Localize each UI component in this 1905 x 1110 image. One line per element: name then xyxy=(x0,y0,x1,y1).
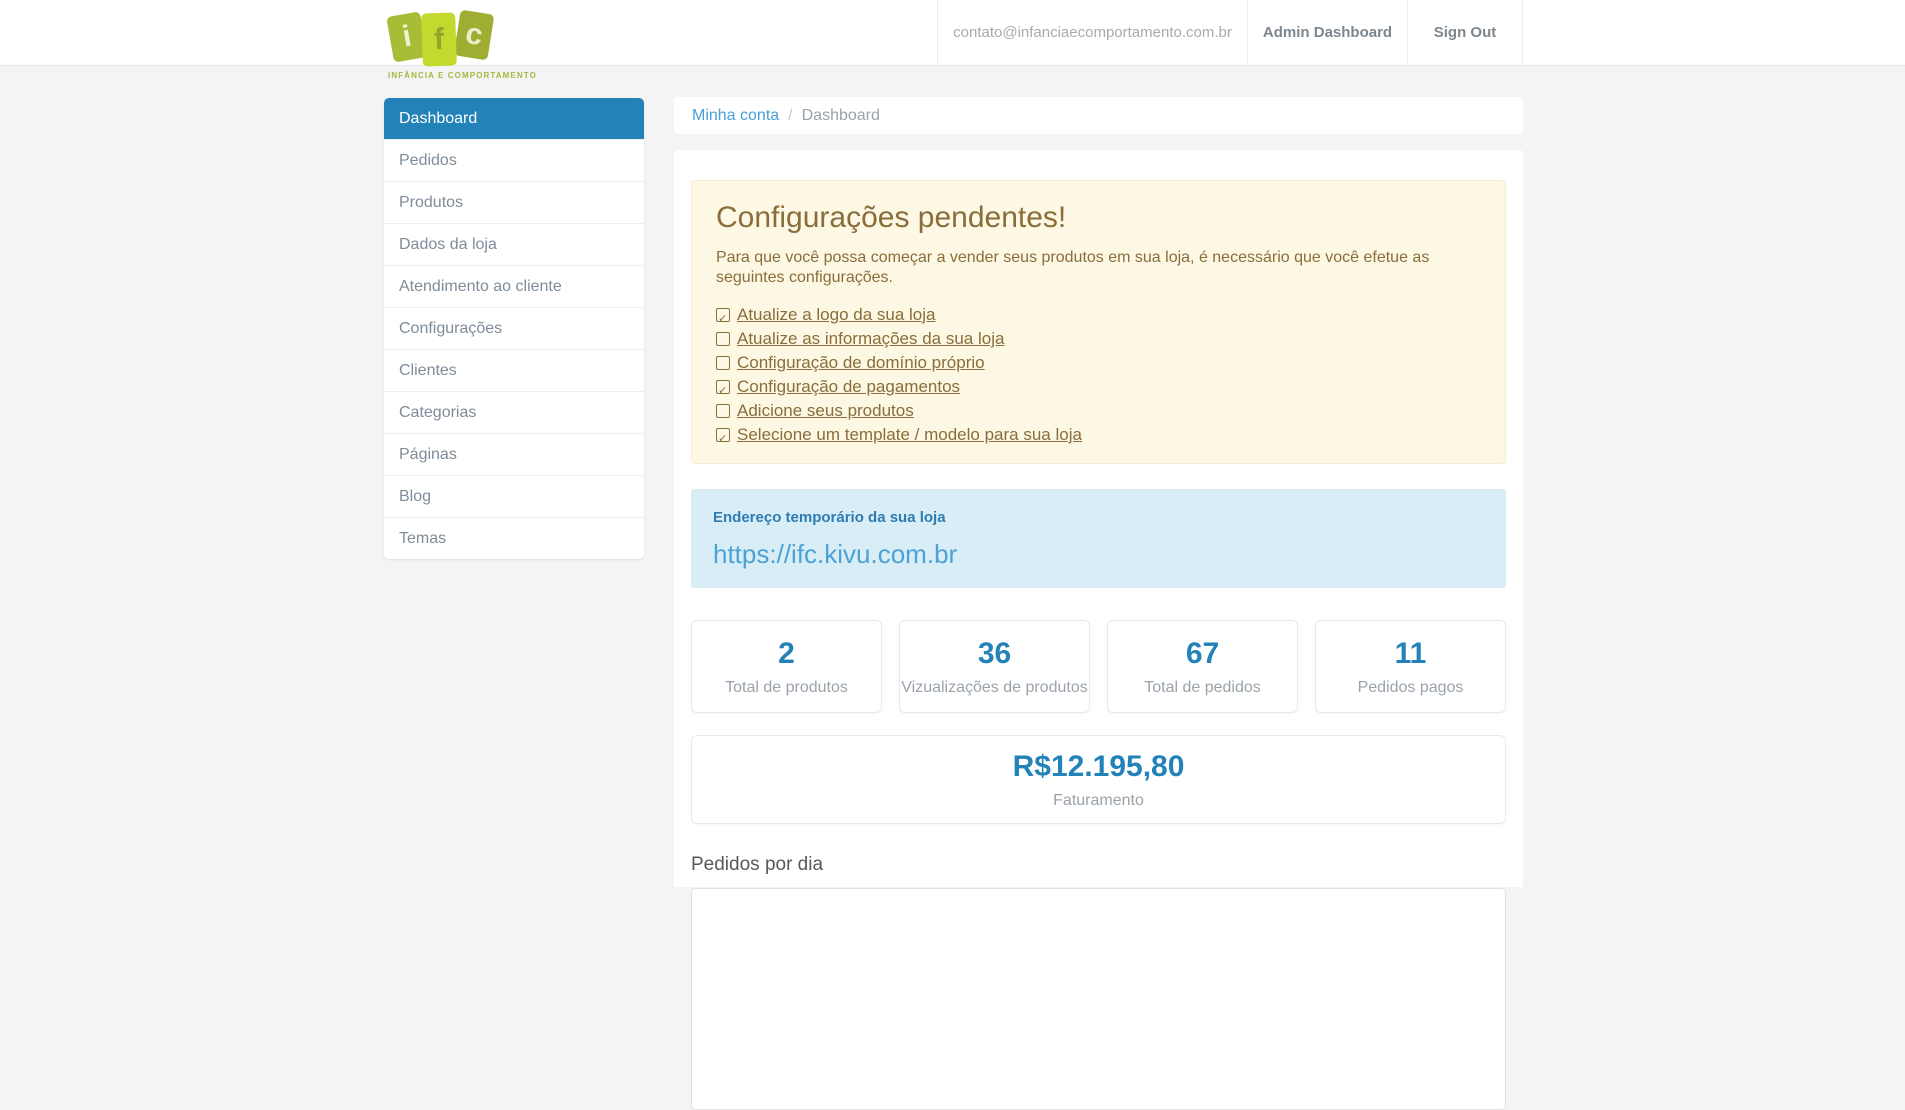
pending-checklist: Atualize a logo da sua loja Atualize as … xyxy=(716,303,1481,451)
sidebar-item-dashboard[interactable]: Dashboard xyxy=(384,98,644,139)
sidebar-item-dados-da-loja[interactable]: Dados da loja xyxy=(384,223,644,265)
checklist-link-logo[interactable]: Atualize a logo da sua loja xyxy=(737,303,935,327)
logo-tagline: INFÂNCIA E COMPORTAMENTO xyxy=(388,71,537,80)
main-panel: Configurações pendentes! Para que você p… xyxy=(674,150,1523,1110)
orders-per-day-chart xyxy=(691,888,1506,1110)
stat-value: 36 xyxy=(977,637,1012,670)
checkbox-unchecked-icon xyxy=(716,404,730,418)
checklist-link-template[interactable]: Selecione um template / modelo para sua … xyxy=(737,423,1082,447)
breadcrumb-separator: / xyxy=(788,106,793,124)
logo-card-f: f xyxy=(421,12,457,67)
store-logo[interactable]: i f c INFÂNCIA E COMPORTAMENTO xyxy=(386,8,537,80)
revenue-value: R$12.195,80 xyxy=(1012,750,1185,783)
checklist-item: Atualize a logo da sua loja xyxy=(716,303,1481,331)
account-email-text: contato@infanciaecomportamento.com.br xyxy=(953,24,1232,41)
sidebar-item-temas[interactable]: Temas xyxy=(384,517,644,559)
checklist-item: Configuração de domínio próprio xyxy=(716,351,1481,375)
pending-subtitle: Para que você possa começar a vender seu… xyxy=(716,249,1430,286)
checkbox-checked-icon xyxy=(716,307,730,331)
stat-value: 67 xyxy=(1185,637,1220,670)
stat-value: 11 xyxy=(1394,637,1427,670)
store-url-link[interactable]: https://ifc.kivu.com.br xyxy=(713,539,957,570)
logo-cards-icon: i f c xyxy=(386,8,506,68)
logo-card-c: c xyxy=(453,9,495,61)
revenue-label: Faturamento xyxy=(1053,792,1144,809)
stat-card-total-produtos: 2 Total de produtos xyxy=(691,620,882,713)
stat-label: Pedidos pagos xyxy=(1357,679,1464,696)
stat-card-pedidos-pagos: 11 Pedidos pagos xyxy=(1315,620,1506,713)
stat-card-total-pedidos: 67 Total de pedidos xyxy=(1107,620,1298,713)
sidebar-item-produtos[interactable]: Produtos xyxy=(384,181,644,223)
checklist-link-dominio[interactable]: Configuração de domínio próprio xyxy=(737,351,985,375)
top-header: contato@infanciaecomportamento.com.br Ad… xyxy=(0,0,1905,66)
sidebar-item-clientes[interactable]: Clientes xyxy=(384,349,644,391)
stat-label: Total de pedidos xyxy=(1144,679,1261,696)
checkbox-checked-icon xyxy=(716,379,730,403)
checkbox-unchecked-icon xyxy=(716,332,730,346)
header-nav: contato@infanciaecomportamento.com.br Ad… xyxy=(937,0,1523,65)
sidebar-item-pedidos[interactable]: Pedidos xyxy=(384,139,644,181)
sidebar-item-blog[interactable]: Blog xyxy=(384,475,644,517)
pending-title: Configurações pendentes! xyxy=(716,201,1067,234)
checklist-item: Adicione seus produtos xyxy=(716,399,1481,423)
stats-row: 2 Total de produtos 36 Vizualizações de … xyxy=(691,620,1506,713)
sidebar-menu: Dashboard Pedidos Produtos Dados da loja… xyxy=(384,98,644,559)
checklist-link-produtos[interactable]: Adicione seus produtos xyxy=(737,399,914,423)
account-email: contato@infanciaecomportamento.com.br xyxy=(937,0,1247,65)
breadcrumb-minha-conta-link[interactable]: Minha conta xyxy=(692,107,779,125)
orders-per-day-title: Pedidos por dia xyxy=(691,854,824,875)
checklist-link-informacoes[interactable]: Atualize as informações da sua loja xyxy=(737,327,1004,351)
stat-value: 2 xyxy=(778,637,795,670)
breadcrumb: Minha conta / Dashboard xyxy=(674,97,1523,134)
sign-out-label: Sign Out xyxy=(1433,24,1497,41)
checklist-item: Selecione um template / modelo para sua … xyxy=(716,423,1481,451)
pending-configurations-alert: Configurações pendentes! Para que você p… xyxy=(691,180,1506,464)
admin-dashboard-link[interactable]: Admin Dashboard xyxy=(1247,0,1407,65)
sidebar-item-atendimento[interactable]: Atendimento ao cliente xyxy=(384,265,644,307)
sidebar-item-categorias[interactable]: Categorias xyxy=(384,391,644,433)
stat-label: Total de produtos xyxy=(725,679,848,696)
sign-out-button[interactable]: Sign Out xyxy=(1407,0,1523,65)
sidebar-item-paginas[interactable]: Páginas xyxy=(384,433,644,475)
sidebar-item-configuracoes[interactable]: Configurações xyxy=(384,307,644,349)
checklist-link-pagamentos[interactable]: Configuração de pagamentos xyxy=(737,375,960,399)
admin-dashboard-label: Admin Dashboard xyxy=(1262,24,1393,41)
revenue-card: R$12.195,80 Faturamento xyxy=(691,735,1506,824)
stat-label: Vizualizações de produtos xyxy=(901,679,1088,696)
checkbox-checked-icon xyxy=(716,427,730,451)
stat-card-vizualizacoes: 36 Vizualizações de produtos xyxy=(899,620,1090,713)
checkbox-unchecked-icon xyxy=(716,356,730,370)
temporary-address-label: Endereço temporário da sua loja xyxy=(713,509,946,526)
breadcrumb-current: Dashboard xyxy=(801,106,880,124)
checklist-item: Atualize as informações da sua loja xyxy=(716,327,1481,351)
checklist-item: Configuração de pagamentos xyxy=(716,375,1481,403)
temporary-address-alert: Endereço temporário da sua loja https://… xyxy=(691,489,1506,588)
